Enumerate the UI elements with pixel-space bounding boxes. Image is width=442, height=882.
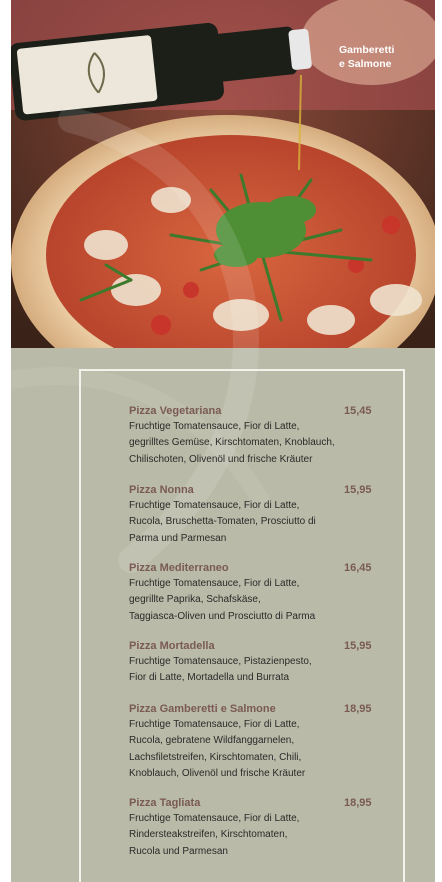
menu-item: Pizza Mediterraneo 16,45 Fruchtige Tomat… <box>129 561 399 625</box>
menu-item: Pizza Tagliata 18,95 Fruchtige Tomatensa… <box>129 796 399 860</box>
description-line: gegrillte Paprika, Schafskäse, <box>129 594 261 606</box>
item-price: 15,95 <box>344 640 372 652</box>
caption-line-2: e Salmone <box>339 57 392 70</box>
description-line: gegrilltes Gemüse, Kirschtomaten, Knobla… <box>129 437 335 449</box>
menu-item: Pizza Nonna 15,95 Fruchtige Tomatensauce… <box>129 483 399 547</box>
item-description: Fruchtige Tomatensauce, Fior di Latte, g… <box>129 576 351 625</box>
pizza-photo: Gamberetti e Salmone <box>11 0 435 348</box>
description-line: Rucola und Parmesan <box>129 845 228 857</box>
description-line: Fruchtige Tomatensauce, Fior di Latte, <box>129 578 300 589</box>
item-price: 15,45 <box>344 405 372 417</box>
menu-panel: Gamberetti e Salmone Pizza Vegetariana 1… <box>11 0 435 882</box>
photo-caption: Gamberetti e Salmone <box>339 44 429 71</box>
item-description: Fruchtige Tomatensauce, Fior di Latte, R… <box>129 811 351 860</box>
description-line: Fruchtige Tomatensauce, Fior di Latte, <box>129 500 300 511</box>
caption-line-1: Gamberetti <box>339 44 395 56</box>
page: Gamberetti e Salmone Pizza Vegetariana 1… <box>0 0 442 882</box>
description-line: Chilischoten, Olivenöl und frische Kräut… <box>129 453 313 465</box>
item-description: Fruchtige Tomatensauce, Fior di Latte, R… <box>129 717 351 782</box>
item-description: Fruchtige Tomatensauce, Pistazienpesto, … <box>129 654 351 687</box>
description-line: Parma und Parmesan <box>129 532 227 544</box>
description-line: Fruchtige Tomatensauce, Fior di Latte, <box>129 421 300 432</box>
description-line: Fruchtige Tomatensauce, Pistazienpesto, <box>129 656 312 667</box>
item-price: 15,95 <box>344 484 372 496</box>
description-line: Rindersteakstreifen, Kirschtomaten, <box>129 829 288 841</box>
item-price: 18,95 <box>344 797 372 809</box>
description-line: Fior di Latte, Mortadella und Burrata <box>129 672 290 684</box>
description-line: Fruchtige Tomatensauce, Fior di Latte, <box>129 719 300 730</box>
menu-item: Pizza Mortadella 15,95 Fruchtige Tomaten… <box>129 639 399 687</box>
description-line: Lachsfiletstreifen, Kirschtomaten, Chili… <box>129 751 302 763</box>
description-line: Knoblauch, Olivenöl und frische Kräuter <box>129 767 306 779</box>
description-line: Fruchtige Tomatensauce, Fior di Latte, <box>129 813 300 824</box>
menu-item: Pizza Gamberetti e Salmone 18,95 Fruchti… <box>129 702 399 782</box>
menu-item: Pizza Vegetariana 15,45 Fruchtige Tomate… <box>129 404 399 468</box>
item-price: 18,95 <box>344 703 372 715</box>
item-description: Fruchtige Tomatensauce, Fior di Latte, g… <box>129 419 351 468</box>
item-description: Fruchtige Tomatensauce, Fior di Latte, R… <box>129 498 351 547</box>
description-line: Taggiasca-Oliven und Prosciutto di Parma <box>129 610 316 622</box>
item-price: 16,45 <box>344 562 372 574</box>
description-line: Rucola, Bruschetta-Tomaten, Prosciutto d… <box>129 516 316 528</box>
description-line: Rucola, gebratene Wildfanggarnelen, <box>129 735 295 747</box>
